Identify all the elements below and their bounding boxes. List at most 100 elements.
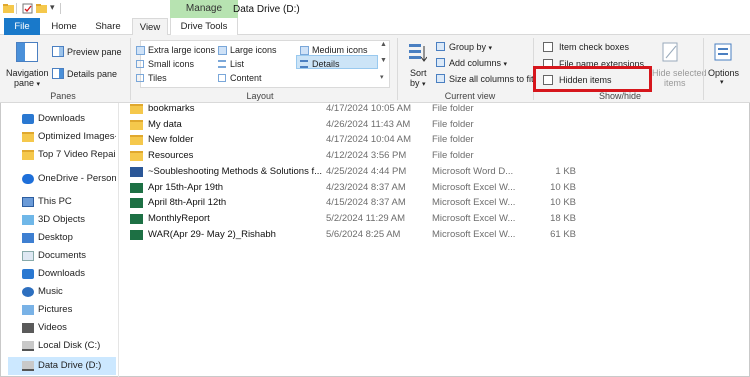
nav-item[interactable]: Desktop bbox=[8, 229, 116, 247]
folder-icon bbox=[22, 132, 34, 142]
options-icon bbox=[714, 43, 732, 61]
excel-icon bbox=[130, 213, 143, 224]
file-row[interactable]: Resources 4/12/2024 3:56 PM File folder bbox=[130, 148, 730, 164]
file-type: Microsoft Word D... bbox=[432, 165, 514, 177]
file-row[interactable]: ~Soubleshooting Methods & Solutions f...… bbox=[130, 164, 730, 180]
navigation-pane-button[interactable]: Navigation bbox=[6, 68, 49, 78]
file-name: bookmarks bbox=[148, 103, 195, 114]
options-button[interactable]: Options bbox=[708, 68, 739, 78]
folder-icon bbox=[22, 150, 34, 160]
manage-tab[interactable]: Manage bbox=[170, 0, 238, 18]
add-columns-label: Add columns bbox=[449, 58, 502, 68]
content-option[interactable]: Content bbox=[230, 73, 262, 83]
list-option[interactable]: List bbox=[230, 59, 244, 69]
file-type: File folder bbox=[432, 150, 474, 162]
file-type: File folder bbox=[432, 103, 474, 114]
nav-item[interactable]: Downloads bbox=[8, 110, 116, 128]
file-row[interactable]: April 8th-April 12th 4/15/2024 8:37 AM Mic… bbox=[130, 195, 730, 211]
folder-quick-icon[interactable] bbox=[3, 3, 14, 14]
extra-large-icons-option[interactable]: Extra large icons bbox=[148, 45, 215, 55]
navigation-pane-icon bbox=[16, 42, 38, 62]
item-check-boxes-checkbox[interactable] bbox=[543, 42, 553, 52]
videos-icon bbox=[22, 323, 34, 333]
folder-icon bbox=[130, 119, 143, 130]
file-row[interactable]: Apr 15th-Apr 19th 4/23/2024 8:37 AM Micros… bbox=[130, 180, 730, 196]
file-row[interactable]: My data 4/26/2024 11:43 AM File folder bbox=[130, 117, 730, 133]
pane-splitter[interactable] bbox=[118, 103, 119, 377]
large-icons-icon bbox=[218, 46, 227, 55]
nav-item-label: Pictures bbox=[38, 304, 73, 315]
tab-view[interactable]: View bbox=[132, 18, 168, 35]
nav-item[interactable]: This PC bbox=[8, 193, 116, 211]
preview-pane-button[interactable]: Preview pane bbox=[67, 47, 122, 57]
file-name: Apr 15th-Apr 19th bbox=[148, 181, 223, 193]
properties-icon[interactable] bbox=[22, 3, 33, 14]
nav-item[interactable]: Local Disk (C:) bbox=[8, 337, 116, 355]
layout-group-label: Layout bbox=[246, 91, 274, 101]
add-columns-button[interactable]: Add columns ▾ bbox=[449, 58, 507, 68]
file-type: File folder bbox=[432, 134, 474, 146]
excel-icon bbox=[130, 182, 143, 193]
file-row[interactable]: bookmarks 4/17/2024 10:05 AM File folder bbox=[130, 101, 730, 117]
cloud-icon bbox=[22, 174, 34, 184]
tab-home[interactable]: Home bbox=[46, 18, 82, 35]
file-row[interactable]: WAR(Apr 29- May 2)_Rishabh 5/6/2024 8:25 … bbox=[130, 227, 730, 243]
customize-qa-icon[interactable]: ▾ bbox=[50, 2, 55, 13]
ribbon-separator bbox=[130, 38, 131, 100]
file-date-modified: 4/23/2024 8:37 AM bbox=[326, 181, 406, 193]
nav-item-label: Desktop bbox=[38, 232, 73, 243]
sort-by-label: Sort bbox=[410, 68, 427, 78]
nav-item[interactable]: Top 7 Video Repair S bbox=[8, 146, 116, 164]
excel-icon bbox=[130, 198, 143, 209]
nav-item-label: Optimized Images- bbox=[38, 131, 116, 142]
hide-selected-items-button[interactable]: Hide selected bbox=[652, 68, 707, 78]
small-icons-option[interactable]: Small icons bbox=[148, 59, 194, 69]
new-folder-quick-icon[interactable] bbox=[36, 3, 47, 14]
nav-item[interactable]: Videos bbox=[8, 319, 116, 337]
file-date-modified: 5/6/2024 8:25 AM bbox=[326, 228, 401, 240]
nav-item[interactable]: Downloads bbox=[8, 265, 116, 283]
hide-selected-items-button-2[interactable]: items bbox=[664, 78, 686, 88]
qa-separator-2 bbox=[60, 3, 61, 14]
qa-separator bbox=[16, 3, 17, 14]
navigation-pane-label-2: pane bbox=[14, 78, 35, 88]
nav-item[interactable]: OneDrive - Personal bbox=[8, 170, 116, 188]
details-pane-button[interactable]: Details pane bbox=[67, 69, 117, 79]
group-by-button[interactable]: Group by ▾ bbox=[449, 42, 492, 52]
nav-item[interactable]: Documents bbox=[8, 247, 116, 265]
size-all-columns-button[interactable]: Size all columns to fit bbox=[449, 74, 534, 84]
large-icons-option[interactable]: Large icons bbox=[230, 45, 277, 55]
drive-icon bbox=[22, 341, 34, 351]
file-row[interactable]: MonthlyReport 5/2/2024 11:29 AM Microsoft … bbox=[130, 211, 730, 227]
navigation-pane-label: Navigation bbox=[6, 68, 49, 78]
sort-by-button-2[interactable]: by ▾ bbox=[410, 78, 426, 88]
file-size: 18 KB bbox=[550, 212, 576, 224]
tiles-icon bbox=[136, 74, 144, 82]
tab-file[interactable]: File bbox=[4, 18, 40, 35]
size-columns-icon bbox=[436, 74, 445, 83]
tab-drive-tools[interactable]: Drive Tools bbox=[170, 18, 238, 35]
computer-icon bbox=[22, 197, 34, 207]
nav-item[interactable]: Optimized Images- bbox=[8, 128, 116, 146]
file-size: 1 KB bbox=[555, 165, 576, 177]
nav-item[interactable]: Music bbox=[8, 283, 116, 301]
tiles-option[interactable]: Tiles bbox=[148, 73, 167, 83]
file-row[interactable]: New folder 4/17/2024 10:04 AM File folder bbox=[130, 132, 730, 148]
medium-icons-option[interactable]: Medium icons bbox=[312, 45, 368, 55]
layout-scroll-up-icon[interactable]: ▲ bbox=[380, 41, 387, 48]
nav-item[interactable]: 3D Objects bbox=[8, 211, 116, 229]
layout-expand-icon[interactable]: ▾ bbox=[380, 73, 384, 81]
folder-icon bbox=[130, 135, 143, 146]
item-check-boxes-label: Item check boxes bbox=[559, 42, 630, 52]
sort-by-button[interactable]: Sort bbox=[410, 68, 427, 78]
chevron-down-icon: ▾ bbox=[36, 81, 41, 88]
layout-scroll-down-icon[interactable]: ▼ bbox=[380, 57, 387, 64]
chevron-down-icon: ▾ bbox=[720, 79, 724, 86]
nav-item[interactable]: Data Drive (D:) bbox=[8, 357, 116, 375]
nav-item-label: Downloads bbox=[38, 268, 85, 279]
music-icon bbox=[22, 287, 34, 297]
details-option[interactable]: Details bbox=[312, 59, 340, 69]
tab-share[interactable]: Share bbox=[90, 18, 126, 35]
nav-item[interactable]: Pictures bbox=[8, 301, 116, 319]
navigation-pane-button-2[interactable]: pane ▾ bbox=[14, 78, 40, 88]
